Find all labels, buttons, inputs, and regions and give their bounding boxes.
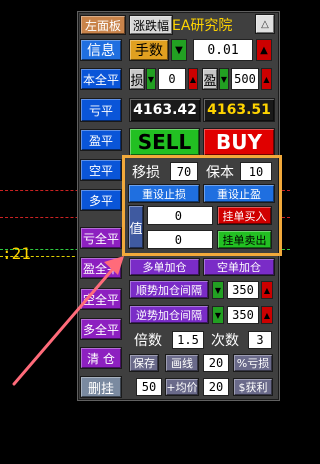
highlight-arrow	[12, 256, 124, 386]
